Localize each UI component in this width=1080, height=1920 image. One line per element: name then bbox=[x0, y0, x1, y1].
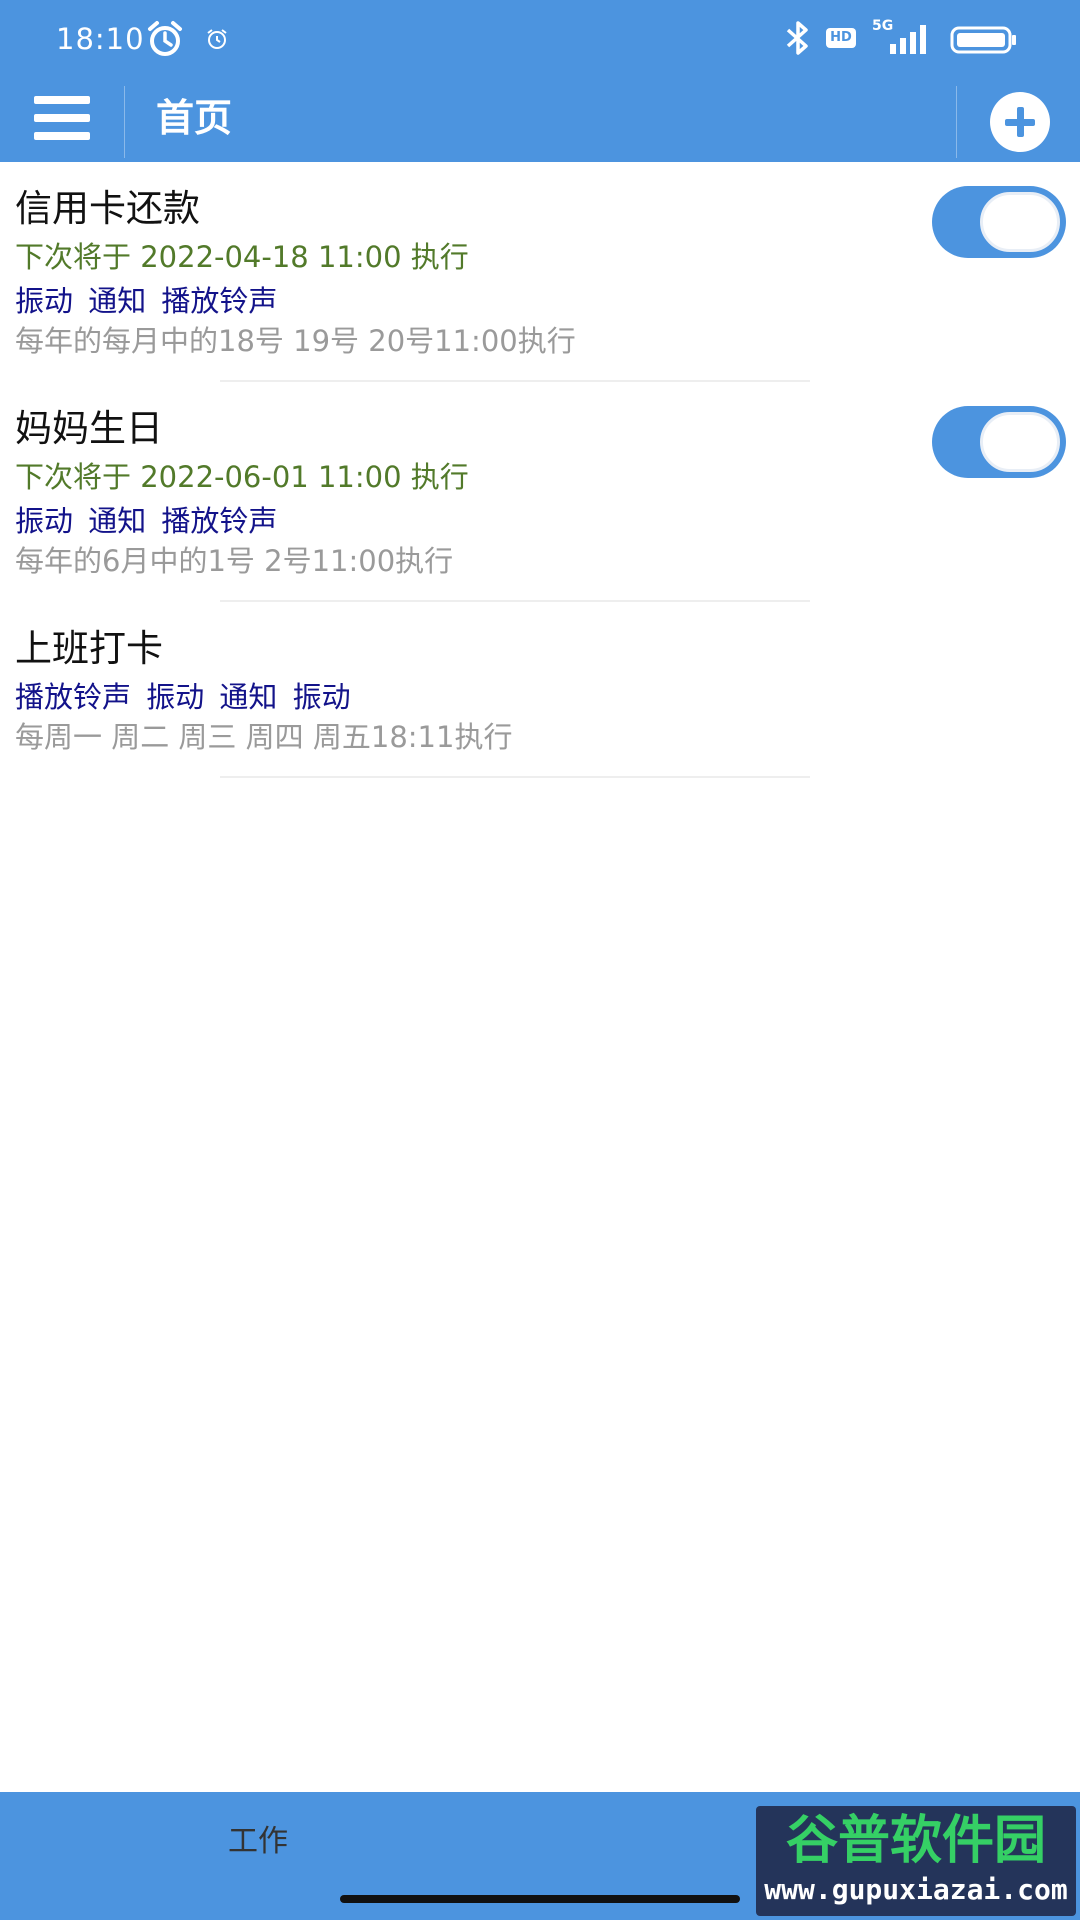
toggle-knob bbox=[980, 412, 1060, 472]
alarm-next-run: 下次将于 2022-04-18 11:00 执行 bbox=[15, 240, 469, 274]
add-icon[interactable] bbox=[990, 92, 1050, 152]
app-bar: 首页 bbox=[0, 74, 1080, 162]
app-bar-divider bbox=[956, 86, 957, 158]
alarm-item-credit-card[interactable]: 信用卡还款 下次将于 2022-04-18 11:00 执行 振动 通知 播放铃… bbox=[0, 162, 1080, 382]
alarm-tags: 振动 通知 播放铃声 bbox=[15, 284, 278, 318]
watermark-title: 谷普软件园 bbox=[785, 1811, 1046, 1871]
alarm-next-run: 下次将于 2022-06-01 11:00 执行 bbox=[15, 460, 469, 494]
alarm-name: 信用卡还款 bbox=[15, 187, 200, 230]
app-bar-divider bbox=[124, 86, 125, 158]
top-bar: 18:10 HD 5G 首页 bbox=[0, 0, 1080, 162]
alarm-toggle[interactable] bbox=[932, 406, 1066, 478]
alarm-list: 信用卡还款 下次将于 2022-04-18 11:00 执行 振动 通知 播放铃… bbox=[0, 162, 1080, 778]
alarm-rule: 每周一 周二 周三 周四 周五18:11执行 bbox=[15, 720, 513, 754]
alarm-small-icon bbox=[207, 29, 227, 49]
alarm-name: 上班打卡 bbox=[15, 627, 163, 670]
alarm-name: 妈妈生日 bbox=[15, 407, 163, 450]
status-bar: 18:10 HD 5G bbox=[0, 0, 1080, 74]
toggle-knob bbox=[980, 192, 1060, 252]
battery-icon bbox=[950, 26, 1016, 54]
signal-icon bbox=[890, 25, 926, 54]
alarm-rule: 每年的每月中的18号 19号 20号11:00执行 bbox=[15, 324, 576, 358]
menu-icon[interactable] bbox=[26, 92, 96, 146]
hd-icon: HD bbox=[826, 28, 856, 48]
home-indicator[interactable] bbox=[340, 1895, 740, 1903]
alarm-item-clock-in[interactable]: 上班打卡 播放铃声 振动 通知 振动 每周一 周二 周三 周四 周五18:11执… bbox=[0, 602, 1080, 778]
watermark-logo: 谷普软件园 www.gupuxiazai.com bbox=[756, 1806, 1076, 1916]
alarm-toggle[interactable] bbox=[932, 186, 1066, 258]
tab-work[interactable]: 工作 bbox=[228, 1816, 288, 1860]
alarm-icon bbox=[148, 21, 182, 56]
watermark-url: www.gupuxiazai.com bbox=[764, 1873, 1068, 1906]
page-title: 首页 bbox=[156, 96, 233, 140]
divider bbox=[220, 776, 810, 778]
alarm-item-mom-birthday[interactable]: 妈妈生日 下次将于 2022-06-01 11:00 执行 振动 通知 播放铃声… bbox=[0, 382, 1080, 602]
alarm-tags: 振动 通知 播放铃声 bbox=[15, 504, 278, 538]
status-time: 18:10 bbox=[56, 22, 145, 56]
alarm-rule: 每年的6月中的1号 2号11:00执行 bbox=[15, 544, 454, 578]
alarm-tags: 播放铃声 振动 通知 振动 bbox=[15, 680, 351, 714]
bluetooth-icon bbox=[786, 21, 808, 55]
